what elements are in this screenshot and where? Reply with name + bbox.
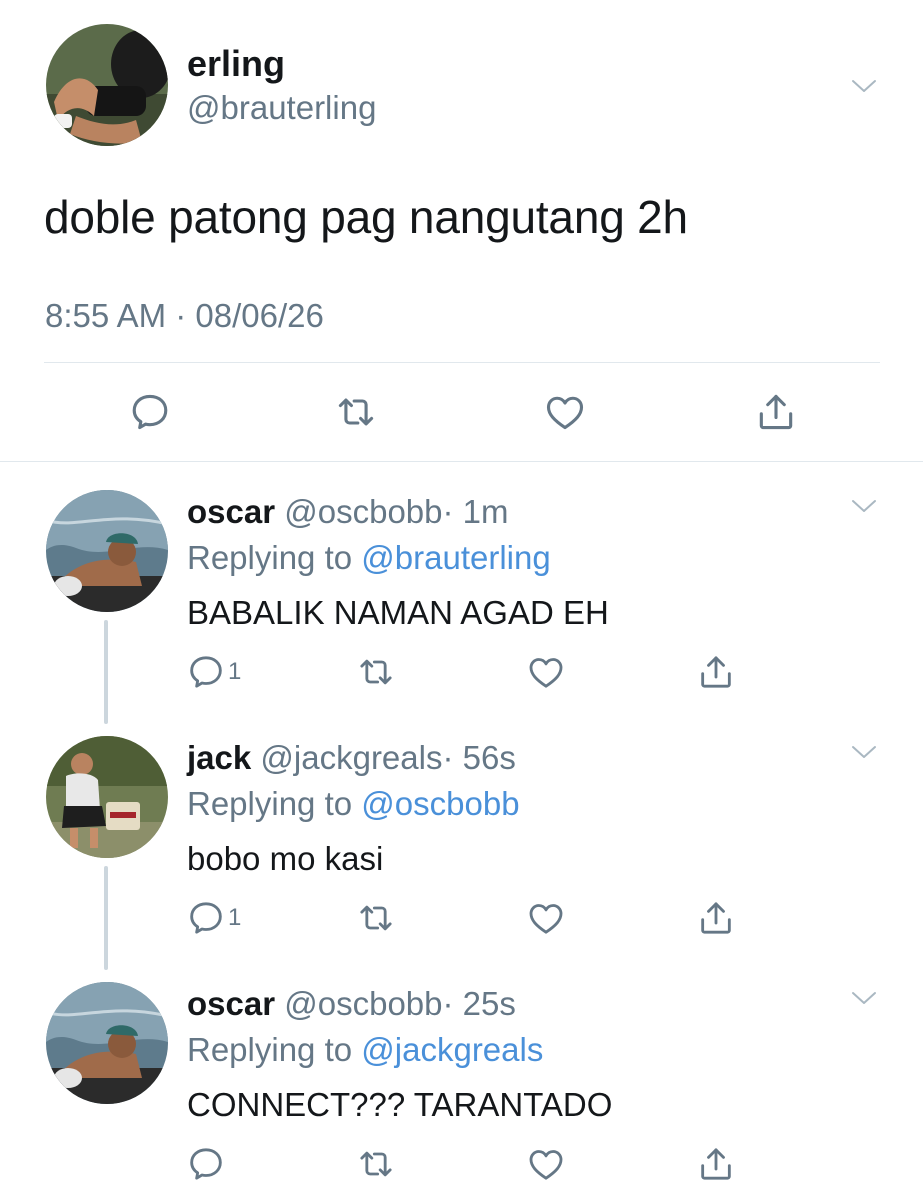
relative-time: · 56s — [442, 739, 516, 776]
share-icon — [754, 390, 798, 434]
share-button[interactable] — [696, 650, 736, 694]
thread-line — [104, 620, 108, 724]
chevron-down-icon[interactable] — [851, 744, 877, 760]
like-icon — [526, 1144, 566, 1184]
chevron-down-icon[interactable] — [851, 990, 877, 1006]
share-button[interactable] — [696, 1142, 736, 1186]
reply-count: 1 — [228, 904, 242, 931]
retweet-icon — [356, 652, 396, 692]
avatar[interactable] — [46, 24, 168, 146]
replying-to-label: Replying to — [187, 785, 353, 822]
handle[interactable]: @brauterling — [187, 89, 376, 127]
like-button[interactable] — [526, 896, 566, 940]
reply-tweet: oscar @oscbobb· 1m Replying to @brauterl… — [0, 490, 923, 736]
action-bar — [0, 1142, 923, 1186]
reply-header: oscar @oscbobb· 1m — [187, 492, 509, 532]
like-button[interactable] — [526, 650, 566, 694]
reply-header: jack @jackgreals· 56s — [187, 738, 516, 778]
share-icon — [696, 1144, 736, 1184]
action-bar: 1 — [0, 650, 923, 694]
handle[interactable]: @oscbobb — [284, 985, 442, 1022]
thread-line — [104, 866, 108, 970]
like-button[interactable] — [526, 1142, 566, 1186]
display-name[interactable]: jack — [187, 739, 251, 776]
avatar[interactable] — [46, 736, 168, 858]
replying-to-link[interactable]: @oscbobb — [361, 785, 519, 822]
retweet-button[interactable] — [334, 390, 378, 434]
like-icon — [526, 898, 566, 938]
retweet-button[interactable] — [356, 650, 396, 694]
reply-tweet: oscar @oscbobb· 25s Replying to @jackgre… — [0, 982, 923, 1200]
main-tweet: erling @brauterling doble patong pag nan… — [0, 0, 923, 462]
chevron-down-icon[interactable] — [851, 498, 877, 514]
relative-time: · 25s — [442, 985, 516, 1022]
replying-to-label: Replying to — [187, 1031, 353, 1068]
like-icon — [543, 390, 587, 434]
reply-header: oscar @oscbobb· 25s — [187, 984, 516, 1024]
display-name[interactable]: erling — [187, 44, 285, 84]
share-button[interactable] — [696, 896, 736, 940]
replying-to: Replying to @brauterling — [187, 538, 551, 578]
handle[interactable]: @oscbobb — [284, 493, 442, 530]
like-icon — [526, 652, 566, 692]
reply-icon — [186, 652, 226, 692]
reply-button[interactable]: 1 — [186, 896, 241, 940]
timestamp[interactable]: 8:55 AM · 08/06/26 — [45, 296, 324, 336]
action-bar — [0, 390, 923, 436]
tweet-text: bobo mo kasi — [187, 840, 384, 877]
share-button[interactable] — [754, 390, 798, 434]
divider — [0, 461, 923, 462]
share-icon — [696, 898, 736, 938]
tweet-text: CONNECT??? TARANTADO — [187, 1086, 613, 1123]
replying-to-link[interactable]: @brauterling — [361, 539, 550, 576]
tweet-text: doble patong pag nangutang 2h — [44, 191, 688, 243]
tweet-text: BABALIK NAMAN AGAD EH — [187, 594, 609, 631]
avatar[interactable] — [46, 982, 168, 1104]
handle[interactable]: @jackgreals — [260, 739, 442, 776]
reply-icon — [186, 898, 226, 938]
retweet-icon — [356, 898, 396, 938]
reply-icon — [128, 390, 172, 434]
reply-button[interactable] — [186, 1142, 228, 1186]
reply-tweet: jack @jackgreals· 56s Replying to @oscbo… — [0, 736, 923, 982]
avatar[interactable] — [46, 490, 168, 612]
replying-to: Replying to @jackgreals — [187, 1030, 543, 1070]
chevron-down-icon[interactable] — [851, 78, 877, 94]
reply-count: 1 — [228, 658, 242, 685]
retweet-button[interactable] — [356, 896, 396, 940]
retweet-icon — [356, 1144, 396, 1184]
like-button[interactable] — [543, 390, 587, 434]
retweet-icon — [334, 390, 378, 434]
reply-button[interactable]: 1 — [186, 650, 241, 694]
reply-button[interactable] — [128, 390, 172, 434]
replying-to-label: Replying to — [187, 539, 353, 576]
replying-to-link[interactable]: @jackgreals — [361, 1031, 543, 1068]
action-bar: 1 — [0, 896, 923, 940]
retweet-button[interactable] — [356, 1142, 396, 1186]
display-name[interactable]: oscar — [187, 985, 275, 1022]
display-name[interactable]: oscar — [187, 493, 275, 530]
reply-icon — [186, 1144, 226, 1184]
divider — [44, 362, 880, 363]
relative-time: · 1m — [442, 493, 509, 530]
replying-to: Replying to @oscbobb — [187, 784, 520, 824]
share-icon — [696, 652, 736, 692]
